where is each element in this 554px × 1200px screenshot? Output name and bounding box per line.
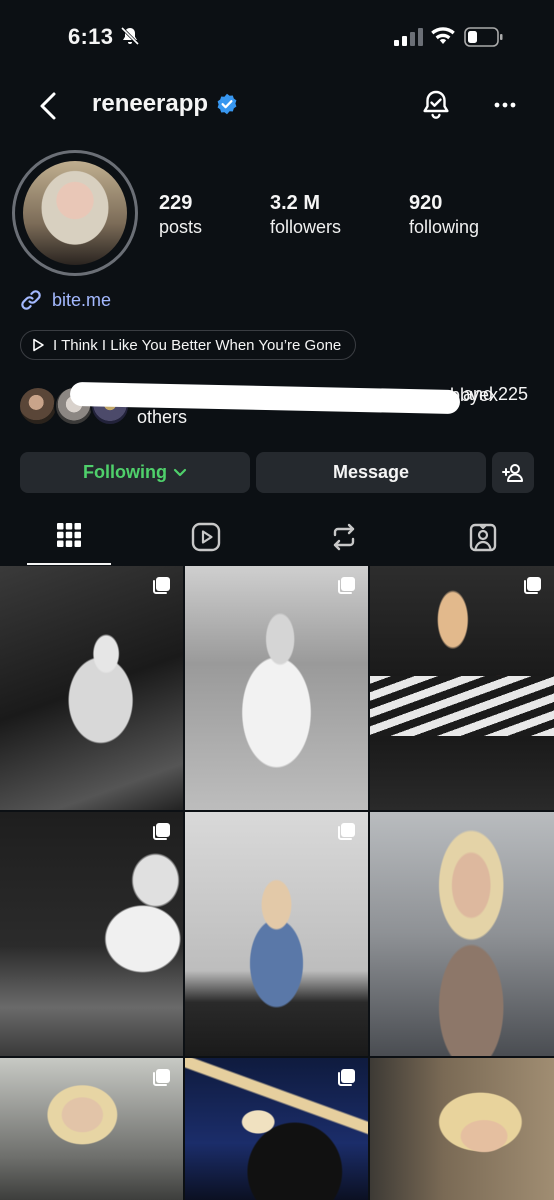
following-label: Following (83, 462, 167, 482)
stat-following-value: 920 (409, 192, 443, 214)
carousel-icon (338, 577, 355, 594)
profile-music-pill[interactable]: I Think I Like You Better When You’re Go… (20, 330, 357, 360)
notifications-bell-icon[interactable] (420, 88, 452, 122)
battery-icon (464, 27, 503, 47)
carousel-icon (524, 577, 541, 594)
post-thumbnail[interactable] (185, 812, 368, 1056)
post-thumbnail[interactable] (185, 566, 368, 810)
stat-followers[interactable]: 3.2 M followers (270, 190, 341, 238)
bio-link-text: bite.me (52, 289, 112, 310)
profile-tabs (0, 516, 554, 565)
repost-icon (333, 523, 355, 551)
username: reneerapp (92, 90, 209, 117)
bell-off-icon (120, 26, 140, 46)
play-icon (33, 338, 44, 352)
active-tab-indicator (27, 563, 111, 565)
tab-posts[interactable] (27, 516, 111, 564)
post-thumbnail[interactable] (0, 566, 183, 810)
grid-icon (57, 523, 81, 547)
more-options-icon[interactable] (490, 92, 520, 118)
stat-following-label: following (409, 217, 480, 237)
stat-followers-value: 3.2 M (270, 192, 321, 214)
add-user-icon (502, 463, 523, 482)
carousel-icon (153, 1069, 170, 1086)
message-button[interactable]: Message (256, 452, 486, 493)
mutual-followers[interactable]: abbyex and 225 others (18, 380, 548, 432)
following-button[interactable]: Following (20, 452, 250, 493)
profile-avatar[interactable] (12, 150, 138, 276)
music-title: I Think I Like You Better When You’re Go… (53, 336, 342, 354)
stat-followers-label: followers (270, 217, 342, 237)
carousel-icon (153, 823, 170, 840)
post-thumbnail[interactable] (370, 812, 554, 1056)
username-title: reneerapp (92, 90, 238, 118)
tab-reposts[interactable] (302, 516, 386, 564)
carousel-icon (338, 1069, 355, 1086)
link-icon (21, 290, 41, 310)
post-thumbnail[interactable] (370, 1058, 554, 1200)
verified-badge-icon (217, 93, 237, 115)
wifi-icon (431, 27, 455, 44)
avatar-photo (23, 161, 127, 265)
post-thumbnail[interactable] (0, 1058, 183, 1200)
stat-posts[interactable]: 229 posts (159, 190, 202, 238)
mutual-others-text: others (137, 407, 188, 427)
stat-posts-value: 229 (159, 192, 193, 214)
carousel-icon (338, 823, 355, 840)
status-time: 6:13 (68, 24, 114, 49)
stat-posts-label: posts (159, 217, 203, 237)
carousel-icon (153, 577, 170, 594)
bio-link[interactable]: bite.me (20, 289, 111, 311)
post-thumbnail[interactable] (185, 1058, 368, 1200)
back-arrow-icon[interactable] (34, 90, 64, 122)
reels-icon (191, 522, 221, 552)
post-thumbnail[interactable] (0, 812, 183, 1056)
tagged-icon (469, 523, 497, 552)
suggested-users-button[interactable] (492, 452, 534, 493)
mutual-avatar (18, 386, 58, 426)
status-bar: 6:13 (0, 0, 554, 74)
tab-tagged[interactable] (441, 516, 525, 564)
tab-reels[interactable] (164, 516, 248, 564)
post-thumbnail[interactable] (370, 566, 554, 810)
stat-following[interactable]: 920 following (409, 190, 479, 238)
message-label: Message (332, 462, 410, 482)
chevron-down-icon (173, 468, 187, 476)
mutual-tail-text: and 225 (463, 384, 529, 404)
profile-header: reneerapp (0, 80, 554, 132)
signal-icon (394, 28, 423, 46)
